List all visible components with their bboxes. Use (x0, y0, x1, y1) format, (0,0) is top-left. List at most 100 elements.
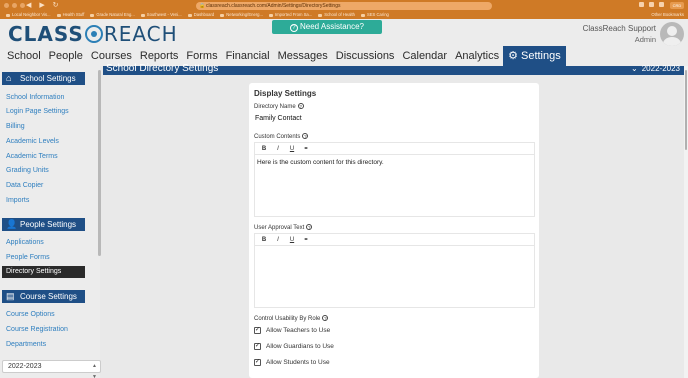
avatar[interactable] (660, 22, 684, 46)
editor-toolbar: B I U ⚭ (255, 143, 534, 155)
link-icon[interactable]: ⚭ (302, 236, 310, 243)
help-icon[interactable]: ? (322, 315, 329, 321)
allow-teachers-checkbox[interactable]: ✓ (254, 327, 261, 334)
nav-calendar[interactable]: Calendar (398, 46, 451, 66)
page-title: School Directory Settings (106, 63, 219, 74)
maximize-window-icon[interactable] (20, 3, 25, 8)
sidebar-item-directory-settings[interactable]: Directory Settings (2, 266, 85, 278)
bookmark-item[interactable]: School of Health (318, 11, 355, 19)
custom-contents-label: Custom Contents? (254, 133, 309, 140)
allow-students-label: Allow Students to Use (266, 359, 330, 366)
bookmark-item[interactable]: Health Stuff (57, 11, 85, 19)
custom-contents-text[interactable]: Here is the custom content for this dire… (255, 155, 534, 170)
bookmark-item[interactable]: Networking/Energ... (220, 11, 263, 19)
sidebar-item-login-page-settings[interactable]: Login Page Settings (6, 108, 69, 115)
profile-badge[interactable]: CRD (670, 2, 684, 9)
bookmark-item[interactable]: Imported From Sa... (269, 11, 312, 19)
allow-guardians-checkbox[interactable]: ✓ (254, 343, 261, 350)
control-usability-label-text: Control Usability By Role (254, 316, 321, 322)
classreach-logo[interactable]: CLASS REACH (8, 22, 178, 46)
sidebar-item-data-copier[interactable]: Data Copier (6, 182, 43, 189)
user-approval-editor[interactable]: B I U ⚭ (254, 233, 535, 308)
extension-icon[interactable] (659, 2, 664, 7)
year-select[interactable]: 2022-2023 ▲ ▼ (2, 360, 101, 378)
browser-toolbar: ◀ ▶ ↻ 🔒 classreach.classreach.com/Admin/… (0, 0, 688, 11)
extension-icon[interactable] (639, 2, 644, 7)
sidebar-item-course-registration[interactable]: Course Registration (6, 326, 68, 333)
link-icon[interactable]: ⚭ (302, 145, 310, 152)
url-bar[interactable]: 🔒 classreach.classreach.com/Admin/Settin… (196, 2, 492, 10)
person-icon: 👤 (6, 219, 18, 229)
extension-icon[interactable] (649, 2, 654, 7)
help-icon[interactable]: ? (302, 133, 309, 139)
sidebar-item-imports[interactable]: Imports (6, 197, 29, 204)
sidebar-item-grading-units[interactable]: Grading Units (6, 167, 49, 174)
logo-text-reach: REACH (103, 22, 178, 46)
allow-teachers-row[interactable]: ✓ Allow Teachers to Use (254, 327, 330, 334)
bold-button[interactable]: B (260, 146, 268, 152)
help-icon[interactable]: ? (297, 103, 304, 109)
nav-settings-label: Settings (520, 50, 561, 62)
gear-icon: ⚙ (508, 50, 518, 62)
nav-people[interactable]: People (45, 46, 87, 66)
content-year-value: 2022-2023 (641, 64, 680, 73)
sidebar-item-academic-terms[interactable]: Academic Terms (6, 153, 58, 160)
bookmark-item[interactable]: Grade Natural Eng... (90, 11, 134, 19)
sidebar-item-course-options[interactable]: Course Options (6, 311, 55, 318)
close-window-icon[interactable] (4, 3, 9, 8)
bookmark-item[interactable]: Southwest - Veni... (141, 11, 182, 19)
underline-button[interactable]: U (288, 146, 296, 152)
allow-students-checkbox[interactable]: ✓ (254, 359, 261, 366)
editor-toolbar: B I U ⚭ (255, 234, 534, 246)
page-scrollbar[interactable] (684, 66, 688, 378)
italic-button[interactable]: I (274, 237, 282, 243)
course-settings-header[interactable]: ▤ Course Settings (2, 290, 85, 303)
scrollbar-thumb[interactable] (685, 70, 687, 150)
chevron-down-icon: ⌄ (631, 64, 638, 73)
nav-financial[interactable]: Financial (222, 46, 274, 66)
window-controls (4, 3, 25, 8)
bold-button[interactable]: B (260, 237, 268, 243)
nav-school[interactable]: School (3, 46, 45, 66)
allow-students-row[interactable]: ✓ Allow Students to Use (254, 359, 330, 366)
bookmark-item[interactable]: SES Caring (361, 11, 389, 19)
help-icon[interactable]: ? (306, 224, 313, 230)
sidebar-scrollbar[interactable] (98, 70, 101, 256)
bookmark-item[interactable]: Local Neighbor Vis... (6, 11, 51, 19)
browser-nav-icons[interactable]: ◀ ▶ ↻ (26, 1, 62, 9)
allow-teachers-label: Allow Teachers to Use (266, 327, 331, 334)
control-usability-label: Control Usability By Role? (254, 315, 329, 322)
allow-guardians-row[interactable]: ✓ Allow Guardians to Use (254, 343, 334, 350)
content-year-selector[interactable]: ⌄ 2022-2023 (631, 64, 680, 73)
underline-button[interactable]: U (288, 237, 296, 243)
custom-contents-editor[interactable]: B I U ⚭ Here is the custom content for t… (254, 142, 535, 217)
question-icon: ? (289, 24, 298, 32)
italic-button[interactable]: I (274, 146, 282, 152)
bookmark-item[interactable]: Dashboard (188, 11, 215, 19)
sidebar-item-academic-levels[interactable]: Academic Levels (6, 138, 59, 145)
directory-name-field[interactable]: Family Contact (254, 113, 534, 125)
sidebar-item-departments[interactable]: Departments (6, 341, 46, 348)
sidebar-item-billing[interactable]: Billing (6, 123, 25, 130)
select-caret-icon: ▲ ▼ (92, 363, 97, 378)
nav-settings[interactable]: ⚙ Settings (503, 46, 566, 66)
year-select-value: 2022-2023 (8, 363, 42, 370)
people-settings-header[interactable]: 👤 People Settings (2, 218, 85, 231)
nav-analytics[interactable]: Analytics (451, 46, 503, 66)
user-approval-text[interactable] (255, 246, 534, 254)
need-assistance-button[interactable]: ? Need Assistance? (272, 20, 382, 34)
nav-discussions[interactable]: Discussions (332, 46, 399, 66)
home-icon: ⌂ (6, 73, 12, 83)
sidebar-item-applications[interactable]: Applications (6, 239, 44, 246)
school-settings-header[interactable]: ⌂ School Settings (2, 72, 85, 85)
user-name[interactable]: ClassReach Support (583, 24, 656, 33)
nav-messages[interactable]: Messages (274, 46, 332, 66)
sidebar-item-school-information[interactable]: School Information (6, 94, 64, 101)
directory-name-label: Directory Name? (254, 103, 304, 110)
other-bookmarks[interactable]: Other Bookmarks (651, 11, 684, 19)
school-settings-title: School Settings (20, 74, 76, 83)
minimize-window-icon[interactable] (12, 3, 17, 8)
logo-text-class: CLASS (8, 22, 84, 46)
display-settings-panel: Display Settings Directory Name? Family … (249, 83, 539, 378)
sidebar-item-people-forms[interactable]: People Forms (6, 254, 50, 261)
